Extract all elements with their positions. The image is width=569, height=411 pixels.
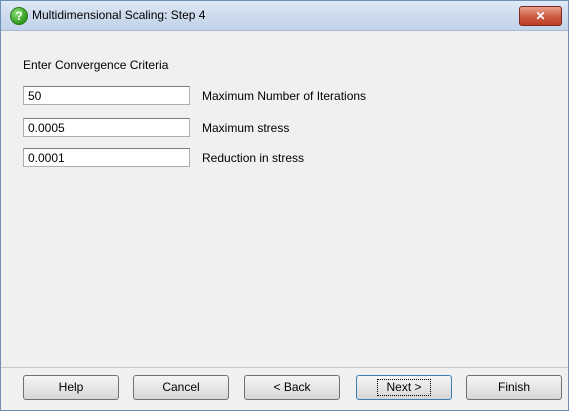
close-button[interactable]: ✕ <box>519 6 562 26</box>
help-button[interactable]: Help <box>23 375 119 400</box>
window-title: Multidimensional Scaling: Step 4 <box>32 8 206 22</box>
stress-reduction-input[interactable] <box>23 148 190 167</box>
dialog-window: ? Multidimensional Scaling: Step 4 ✕ Ent… <box>0 0 569 411</box>
section-heading: Enter Convergence Criteria <box>23 58 169 72</box>
back-button[interactable]: < Back <box>244 375 340 400</box>
cancel-button[interactable]: Cancel <box>133 375 229 400</box>
max-iterations-input[interactable] <box>23 86 190 105</box>
footer-divider <box>1 367 568 368</box>
title-bar[interactable]: ? Multidimensional Scaling: Step 4 ✕ <box>1 1 568 31</box>
max-iterations-label: Maximum Number of Iterations <box>202 89 367 103</box>
max-stress-label: Maximum stress <box>202 121 290 135</box>
max-stress-input[interactable] <box>23 118 190 137</box>
next-button[interactable]: Next > <box>356 375 452 400</box>
next-button-label: Next > <box>377 379 431 396</box>
stress-reduction-label: Reduction in stress <box>202 151 305 165</box>
help-icon: ? <box>10 7 28 25</box>
finish-button[interactable]: Finish <box>466 375 562 400</box>
